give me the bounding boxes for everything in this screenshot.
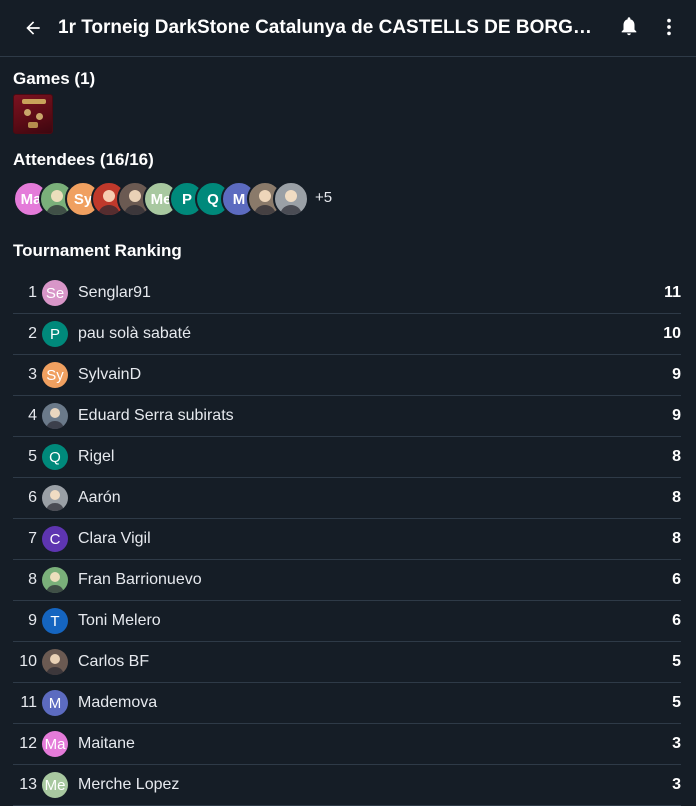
player-points: 8 — [672, 448, 681, 465]
ranking-row[interactable]: 8 Fran Barrionuevo 6 — [13, 560, 681, 601]
player-points: 8 — [672, 489, 681, 506]
player-points: 3 — [672, 735, 681, 752]
player-avatar: Me — [42, 772, 68, 798]
ranking-position: 11 — [20, 694, 37, 711]
player-avatar — [42, 649, 68, 675]
player-avatar: Sy — [42, 362, 68, 388]
player-avatar: Q — [42, 444, 68, 470]
player-name: pau solà sabaté — [78, 325, 191, 342]
player-name: Mademova — [78, 694, 158, 711]
player-avatar: Ma — [42, 731, 68, 757]
ranking-position: 2 — [28, 325, 37, 342]
more-vert-icon[interactable] — [658, 15, 680, 39]
player-avatar — [42, 403, 68, 429]
attendees-more-count: +5 — [315, 189, 333, 206]
ranking-row[interactable]: 9 T Toni Melero 6 — [13, 601, 681, 642]
ranking-row[interactable]: 10 Carlos BF 5 — [13, 642, 681, 683]
player-points: 9 — [672, 366, 681, 383]
ranking-position: 10 — [19, 653, 37, 670]
player-name: Toni Melero — [78, 612, 161, 629]
player-avatar: T — [42, 608, 68, 634]
player-points: 11 — [664, 284, 681, 301]
player-name: Carlos BF — [78, 653, 150, 670]
ranking-position: 9 — [28, 612, 37, 629]
player-name: Clara Vigil — [78, 530, 151, 547]
ranking-row[interactable]: 7 C Clara Vigil 8 — [13, 519, 681, 560]
player-points: 6 — [672, 571, 681, 588]
player-points: 9 — [672, 407, 681, 424]
player-name: Senglar91 — [78, 284, 151, 301]
player-name: Merche Lopez — [78, 776, 180, 793]
ranking-row[interactable]: 4 Eduard Serra subirats 9 — [13, 396, 681, 437]
player-avatar: P — [42, 321, 68, 347]
player-avatar: Se — [42, 280, 68, 306]
attendees-section-title: Attendees (16/16) — [13, 150, 154, 169]
ranking-section-title: Tournament Ranking — [13, 241, 182, 260]
ranking-row[interactable]: 12 Ma Maitane 3 — [13, 724, 681, 765]
game-box-art-icon — [22, 99, 46, 104]
player-name: Maitane — [78, 735, 135, 752]
ranking-position: 6 — [28, 489, 37, 506]
ranking-row[interactable]: 1 Se Senglar91 11 — [13, 273, 681, 314]
player-name: Aarón — [78, 489, 121, 506]
player-avatar — [42, 567, 68, 593]
player-points: 5 — [672, 653, 681, 670]
game-thumbnail[interactable] — [13, 94, 53, 134]
ranking-row[interactable]: 5 Q Rigel 8 — [13, 437, 681, 478]
ranking-position: 12 — [19, 735, 37, 752]
player-avatar: C — [42, 526, 68, 552]
player-points: 8 — [672, 530, 681, 547]
ranking-row[interactable]: 3 Sy SylvainD 9 — [13, 355, 681, 396]
attendee-avatar[interactable] — [273, 181, 309, 217]
back-arrow-icon[interactable] — [21, 16, 45, 40]
player-name: Eduard Serra subirats — [78, 407, 234, 424]
player-points: 6 — [672, 612, 681, 629]
player-points: 10 — [663, 325, 681, 342]
player-avatar — [42, 485, 68, 511]
player-points: 5 — [672, 694, 681, 711]
ranking-position: 7 — [28, 530, 37, 547]
player-name: SylvainD — [78, 366, 142, 383]
player-points: 3 — [672, 776, 681, 793]
tournament-ranking-list: 1 Se Senglar91 11 2 Ppau solà sabaté 10 3 Sy Sylv… — [13, 273, 681, 806]
notification-bell-icon[interactable] — [618, 15, 640, 37]
ranking-position: 5 — [28, 448, 37, 465]
player-avatar: M — [42, 690, 68, 716]
games-section-title: Games (1) — [13, 69, 96, 88]
page-title: 1r Torneig DarkStone Catalunya de CASTEL… — [58, 17, 604, 38]
ranking-row[interactable]: 6 Aarón 8 — [13, 478, 681, 519]
ranking-position: 3 — [28, 366, 37, 383]
ranking-position: 8 — [28, 571, 37, 588]
ranking-row[interactable]: 2 Ppau solà sabaté 10 — [13, 314, 681, 355]
player-name: Fran Barrionuevo — [78, 571, 202, 588]
app-bar: 1r Torneig DarkStone Catalunya de CASTEL… — [0, 0, 696, 57]
ranking-position: 13 — [19, 776, 37, 793]
ranking-row[interactable]: 11 M Mademova 5 — [13, 683, 681, 724]
ranking-position: 1 — [28, 284, 37, 301]
ranking-position: 4 — [28, 407, 37, 424]
player-name: Rigel — [78, 448, 115, 465]
